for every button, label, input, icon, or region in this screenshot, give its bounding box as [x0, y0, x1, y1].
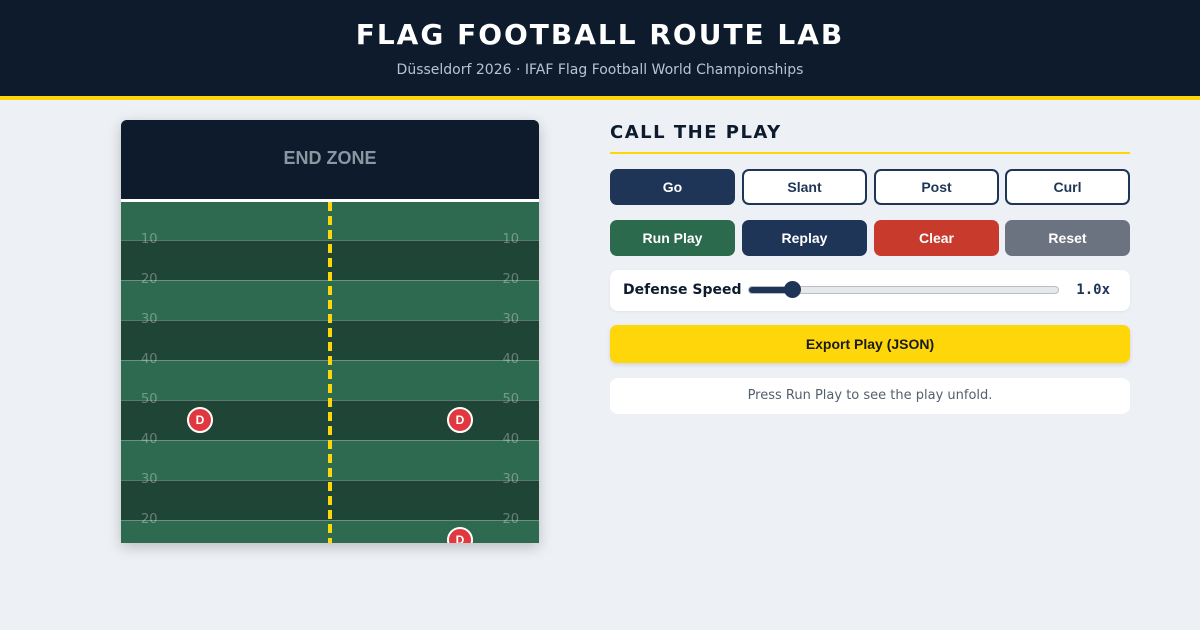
center-dashed-line — [328, 202, 332, 543]
page-title: FLAG FOOTBALL ROUTE LAB — [355, 18, 845, 51]
replay-button[interactable]: Replay — [742, 220, 867, 256]
app-header: FLAG FOOTBALL ROUTE LAB Düsseldorf 2026 … — [0, 0, 1200, 96]
yard-number-left: 30 — [141, 472, 158, 487]
yard-number-right: 40 — [502, 352, 519, 367]
yard-number-right: 20 — [502, 272, 519, 287]
yard-number-left: 10 — [141, 232, 158, 247]
run-play-button[interactable]: Run Play — [610, 220, 735, 256]
yard-number-left: 20 — [141, 512, 158, 527]
end-zone-label: END ZONE — [283, 148, 377, 168]
route-button-go[interactable]: Go — [610, 169, 735, 205]
route-button-slant[interactable]: Slant — [742, 169, 867, 205]
end-zone: END ZONE — [121, 120, 539, 199]
defense-speed-slider-thumb[interactable] — [784, 281, 801, 298]
defender-marker[interactable]: D — [447, 407, 473, 433]
yard-number-right: 20 — [502, 512, 519, 527]
yard-number-right: 30 — [502, 312, 519, 327]
yard-number-left: 30 — [141, 312, 158, 327]
yard-number-right: 50 — [502, 392, 519, 407]
yard-number-right: 10 — [502, 232, 519, 247]
defender-marker[interactable]: D — [187, 407, 213, 433]
yard-number-left: 40 — [141, 352, 158, 367]
yard-number-left: 20 — [141, 272, 158, 287]
route-button-post[interactable]: Post — [874, 169, 999, 205]
reset-button[interactable]: Reset — [1005, 220, 1130, 256]
panel-title: CALL THE PLAY — [610, 122, 782, 143]
yard-number-right: 30 — [502, 472, 519, 487]
yard-number-left: 40 — [141, 432, 158, 447]
yard-number-right: 40 — [502, 432, 519, 447]
clear-button[interactable]: Clear — [874, 220, 999, 256]
panel-title-underline — [610, 152, 1130, 154]
status-message: Press Run Play to see the play unfold. — [610, 378, 1130, 414]
football-field[interactable]: END ZONE 10 10 20 20 30 30 40 40 50 50 4… — [121, 120, 539, 543]
defense-speed-label: Defense Speed — [623, 282, 742, 298]
defense-speed-control: Defense Speed 1.0x — [610, 270, 1130, 311]
export-play-button[interactable]: Export Play (JSON) — [610, 325, 1130, 363]
header-accent-bar — [0, 96, 1200, 100]
defense-speed-value: 1.0x — [1076, 282, 1110, 298]
page-subtitle: Düsseldorf 2026 · IFAF Flag Football Wor… — [396, 62, 804, 78]
yard-number-left: 50 — [141, 392, 158, 407]
route-button-curl[interactable]: Curl — [1005, 169, 1130, 205]
